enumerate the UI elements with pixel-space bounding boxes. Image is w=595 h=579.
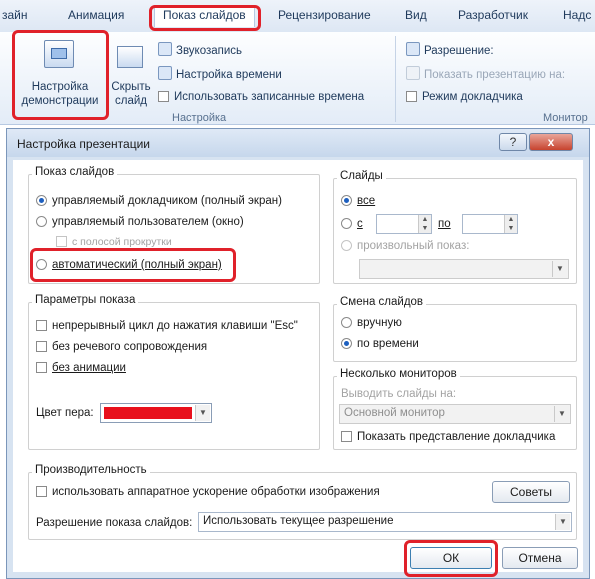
show-type-legend: Показ слайдов [32,166,118,178]
radio-individual-icon [36,216,47,227]
monitors-legend: Несколько мониторов [337,368,460,380]
group-separator [395,36,396,122]
to-label: по [438,218,451,230]
radio-use-timings[interactable]: по времени [341,338,419,350]
checkbox-no-animation-icon [36,362,47,373]
advance-legend: Смена слайдов [337,296,427,308]
hide-slide-label: Скрыть слайд [111,81,151,107]
chevron-down-icon: ▼ [555,514,570,530]
tab-developer[interactable]: Разработчик [458,8,528,22]
hide-slide-button[interactable]: Скрыть слайд [111,42,151,112]
chevron-down-icon: ▼ [552,261,567,277]
presenter-view-check-icon [406,91,417,102]
options-legend: Параметры показа [32,294,139,306]
dialog-title: Настройка презентации [17,137,150,151]
from-input[interactable]: ▲ ▼ [376,214,432,234]
radio-manual[interactable]: вручную [341,317,402,329]
resolution-label: Разрешение показа слайдов: [36,517,193,529]
checkbox-no-narration[interactable]: без речевого сопровождения [36,341,207,353]
dialog-title-bar: Настройка презентации ? x [7,129,589,157]
radio-all-slides[interactable]: все [341,195,375,207]
pen-color-label: Цвет пера: [36,407,94,419]
checkbox-no-animation[interactable]: без анимации [36,362,126,374]
tab-review[interactable]: Рецензирование [278,8,371,22]
tab-view[interactable]: Вид [405,8,427,22]
chevron-down-icon: ▼ [195,405,210,421]
checkbox-scrollbar-icon [56,236,67,247]
radio-manual-icon [341,317,352,328]
show-on-dropdown[interactable]: Показать презентацию на: [406,66,565,81]
from-spinner[interactable]: ▲ ▼ [418,215,431,233]
slide-resolution-dropdown[interactable]: Использовать текущее разрешение ▼ [198,512,572,532]
rehearse-timings-button[interactable]: Настройка времени [158,66,282,81]
use-timings-checkbox[interactable]: Использовать записанные времена [158,91,364,103]
radio-all-icon [341,195,352,206]
help-button[interactable]: ? [499,133,527,151]
tab-addins[interactable]: Надс [563,8,591,22]
checkbox-scrollbar[interactable]: с полосой прокрутки [56,236,172,248]
audio-icon [158,42,172,56]
checkbox-loop[interactable]: непрерывный цикл до нажатия клавиши "Esc… [36,320,298,332]
checkbox-hw-accel-icon [36,486,47,497]
close-button[interactable]: x [529,133,573,151]
presenter-view-checkbox[interactable]: Режим докладчика [406,91,523,103]
radio-presenter-icon [36,195,47,206]
hide-slide-icon [117,46,143,68]
radio-presenter[interactable]: управляемый докладчиком (полный экран) [36,195,282,207]
cancel-button[interactable]: Отмена [502,547,578,569]
radio-custom-icon [341,240,352,251]
setup-group-label: Настройка [172,112,227,124]
use-timings-check-icon [158,91,169,102]
monitor-dropdown[interactable]: Основной монитор ▼ [339,404,571,424]
display-on-label: Выводить слайды на: [341,388,457,400]
highlight-ok-button [404,540,498,577]
chevron-down-icon: ▼ [554,406,569,422]
record-audio-button[interactable]: Звукозапись [158,42,242,57]
checkbox-hw-accel[interactable]: использовать аппаратное ускорение обрабо… [36,486,380,498]
radio-from-icon [341,218,352,229]
checkbox-loop-icon [36,320,47,331]
advance-group [333,304,577,362]
tips-button[interactable]: Советы [492,481,570,503]
tab-animation[interactable]: Анимация [68,8,124,22]
to-spinner[interactable]: ▲ ▼ [504,215,517,233]
highlight-setup-show [12,30,109,120]
monitor-icon [406,66,420,80]
monitors-group-label: Монитор [543,112,588,124]
checkbox-presenter-view-icon [341,431,352,442]
radio-custom-show[interactable]: произвольный показ: [341,240,469,252]
slides-legend: Слайды [337,170,386,182]
resolution-dropdown[interactable]: Разрешение: [406,42,494,57]
highlight-slide-show-tab [149,5,261,31]
highlight-kiosk-option [30,248,236,282]
radio-from[interactable]: с [341,218,363,230]
pen-color-picker[interactable]: ▼ [100,403,212,423]
clock-icon [158,66,172,80]
custom-show-dropdown[interactable]: ▼ [359,259,569,279]
to-input[interactable]: ▲ ▼ [462,214,518,234]
checkbox-presenter-view[interactable]: Показать представление докладчика [341,431,555,443]
tab-design[interactable]: зайн [2,8,28,22]
pen-color-swatch [104,407,192,419]
resolution-icon [406,42,420,56]
radio-use-timings-icon [341,338,352,349]
checkbox-no-narration-icon [36,341,47,352]
performance-legend: Производительность [32,464,150,476]
radio-individual[interactable]: управляемый пользователем (окно) [36,216,244,228]
